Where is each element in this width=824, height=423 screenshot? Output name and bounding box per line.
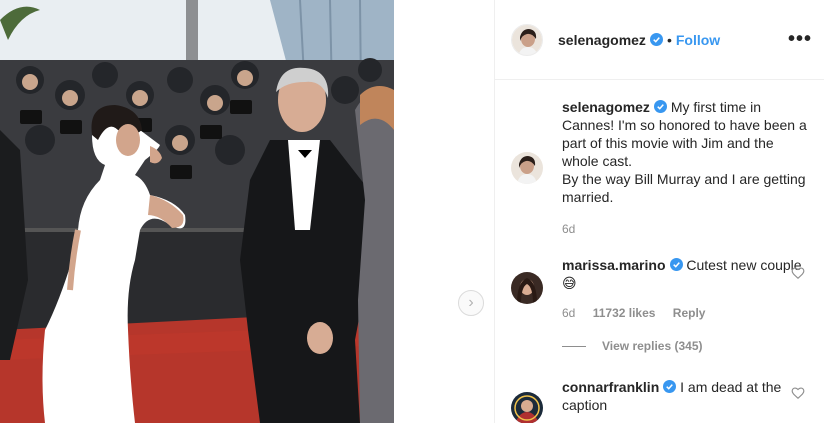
header-separator: • (666, 31, 672, 48)
post-photo[interactable] (0, 0, 394, 423)
author-avatar[interactable] (511, 23, 543, 56)
verified-badge-icon (669, 258, 683, 271)
comment-text-block: connarfranklin I am dead at the caption (562, 378, 812, 414)
verified-badge-icon (653, 100, 667, 113)
view-replies-line (562, 346, 586, 348)
more-options-icon[interactable]: ••• (788, 28, 812, 51)
caption-age[interactable]: 6d (562, 222, 575, 236)
author-username[interactable]: selenagomez (558, 32, 646, 48)
media-gutter (394, 0, 494, 423)
reply-button[interactable]: Reply (673, 306, 706, 320)
comment-likes[interactable]: 11732 likes (593, 306, 656, 320)
comment-username[interactable]: marissa.marino (562, 257, 666, 273)
comment-meta: 6d 11732 likes Reply (562, 306, 719, 320)
like-heart-icon[interactable] (791, 266, 805, 280)
commenter-avatar[interactable] (511, 272, 543, 304)
comment-text-block: marissa.marino Cutest new couple 😅 (562, 256, 812, 292)
verified-badge-icon (663, 380, 677, 393)
caption-block: selenagomez My first time in Cannes! I'm… (511, 98, 821, 238)
comment-item: connarfranklin I am dead at the caption (511, 378, 821, 423)
next-photo-button[interactable]: › (458, 290, 484, 316)
caption-meta: 6d (562, 222, 589, 236)
comment-age[interactable]: 6d (562, 306, 575, 320)
author-avatar-small[interactable] (511, 152, 543, 184)
caption-text-block: selenagomez My first time in Cannes! I'm… (562, 98, 812, 206)
view-replies-button[interactable]: View replies (345) (562, 339, 703, 353)
verified-badge-icon (649, 33, 663, 46)
caption-username[interactable]: selenagomez (562, 99, 650, 115)
post-sidebar: selenagomez • Follow ••• selenagomez My … (494, 0, 824, 423)
follow-button[interactable]: Follow (676, 32, 720, 48)
comment-item: marissa.marino Cutest new couple 😅 6d 11… (511, 256, 821, 361)
like-heart-icon[interactable] (791, 386, 805, 400)
chevron-right-icon: › (468, 294, 474, 311)
commenter-avatar[interactable] (511, 392, 543, 423)
comment-username[interactable]: connarfranklin (562, 379, 659, 395)
view-replies-label: View replies (345) (602, 339, 703, 353)
post-photo-illustration (0, 0, 394, 423)
post-header: selenagomez • Follow ••• (495, 0, 824, 80)
